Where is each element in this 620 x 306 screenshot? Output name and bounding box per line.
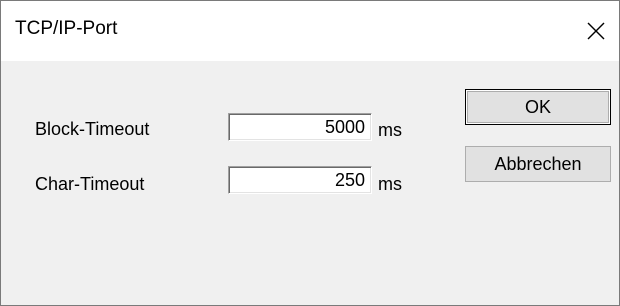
char-timeout-unit: ms	[378, 174, 402, 194]
char-timeout-input[interactable]	[229, 167, 371, 193]
char-timeout-label: Char-Timeout	[35, 174, 145, 194]
block-timeout-input[interactable]	[229, 114, 371, 140]
ok-button[interactable]: OK	[465, 89, 611, 125]
block-timeout-label: Block-Timeout	[35, 119, 150, 139]
block-timeout-unit: ms	[378, 120, 402, 140]
close-icon	[587, 22, 605, 40]
cancel-button[interactable]: Abbrechen	[465, 146, 611, 182]
dialog-window: TCP/IP-Port Block-Timeout ms Char-Timeou…	[0, 0, 620, 306]
block-timeout-field[interactable]	[228, 113, 372, 141]
close-button[interactable]	[573, 1, 619, 61]
window-title: TCP/IP-Port	[15, 18, 118, 39]
title-bar: TCP/IP-Port	[1, 1, 619, 61]
char-timeout-field[interactable]	[228, 166, 372, 194]
